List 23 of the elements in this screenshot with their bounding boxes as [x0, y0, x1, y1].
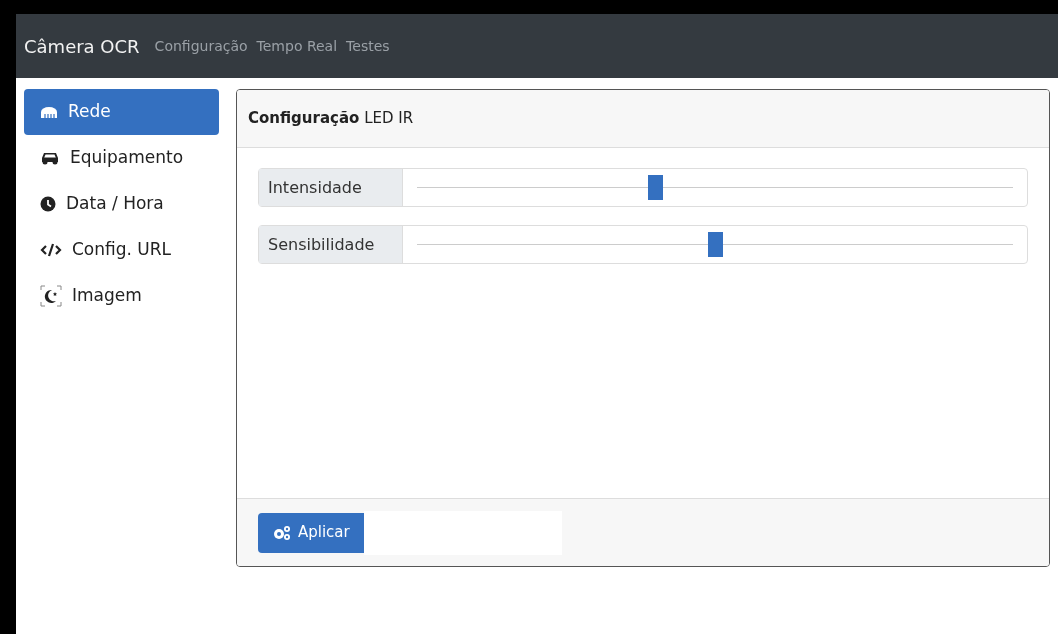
card-title: Configuração LED IR [248, 108, 414, 130]
gears-icon [272, 524, 292, 541]
network-icon [40, 106, 58, 118]
sidebar-item[interactable]: Config. URL [24, 227, 219, 273]
clock-icon [40, 196, 56, 212]
sidebar-item[interactable]: Equipamento [24, 135, 219, 181]
sidebar-item[interactable]: Rede [24, 89, 219, 135]
slider-thumb[interactable] [648, 175, 664, 200]
slider-track[interactable] [417, 232, 1013, 257]
moon-icon [40, 285, 62, 307]
slider-track[interactable] [417, 175, 1013, 200]
sidebar-item[interactable]: Data / Hora [24, 181, 219, 227]
sidebar-item[interactable]: Imagem [24, 273, 219, 319]
nav-link[interactable]: Testes [346, 35, 390, 57]
nav-link[interactable]: Tempo Real [256, 35, 338, 57]
slider-label: Intensidade [259, 169, 403, 206]
slider-label: Sensibilidade [259, 226, 403, 263]
nav-link[interactable]: Configuração [154, 35, 248, 57]
code-icon [40, 243, 62, 257]
apply-button[interactable]: Aplicar [258, 512, 364, 553]
brand-title[interactable]: Câmera OCR [24, 32, 140, 60]
slider-thumb[interactable] [708, 232, 723, 257]
car-icon [40, 151, 60, 165]
